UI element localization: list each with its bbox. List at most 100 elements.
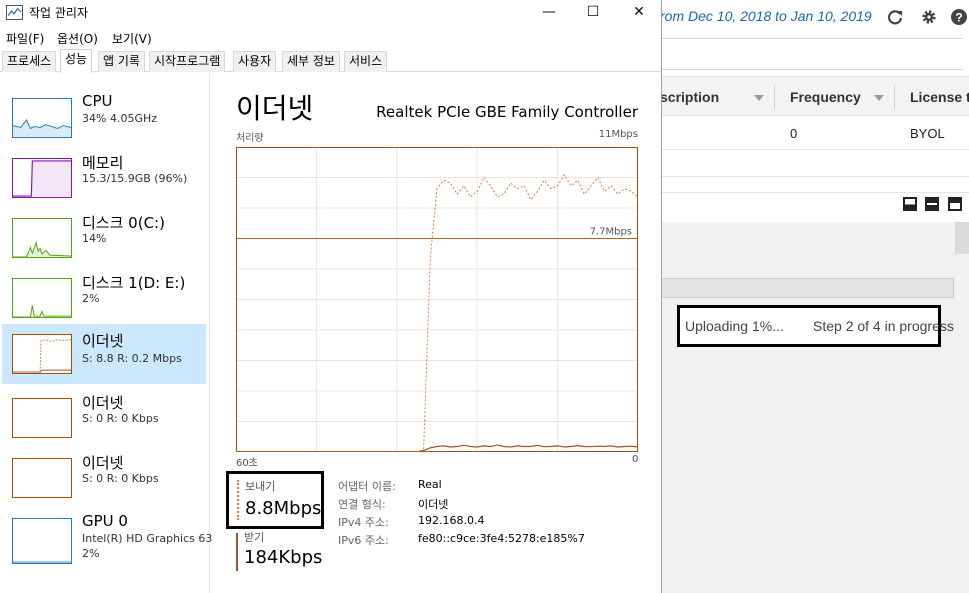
bg-search-input[interactable] [660, 38, 963, 70]
layout-top-pane-icon[interactable] [948, 197, 962, 211]
maximize-button[interactable]: ☐ [570, 0, 616, 27]
receive-legend-line [236, 533, 238, 571]
tab-performance[interactable]: 성능 [60, 49, 93, 73]
sort-caret-icon[interactable] [754, 95, 764, 101]
gear-icon[interactable] [920, 8, 938, 26]
resource-name: 메모리 [82, 154, 124, 172]
menu-file[interactable]: 파일(F) [6, 30, 44, 47]
background-web-app: rom Dec 10, 2018 to Jan 10, 2019 ? scrip… [660, 0, 969, 593]
resource-usage: 34% 4.05GHz [82, 112, 158, 125]
resource-name: 이더넷 [82, 394, 124, 412]
ipv6-value: fe80::c9ce:3fe4:5278:e185%7 [418, 532, 585, 545]
frequency-cell: 0 [790, 126, 798, 141]
resource-ethernet-1[interactable]: 이더넷 S: 8.8 R: 0.2 Mbps [2, 324, 206, 384]
adapter-name: Realtek PCIe GBE Family Controller [376, 103, 638, 121]
close-button[interactable]: ✕ [616, 0, 661, 27]
ipv6-key: IPv6 주소: [338, 534, 389, 547]
ipv4-value: 192.168.0.4 [418, 514, 485, 527]
resource-name: GPU 0 [82, 512, 128, 530]
ipv4-key: IPv4 주소: [338, 516, 389, 529]
graph-scale-label: 7.7Mbps [590, 227, 632, 238]
graph-label: 처리량 [236, 133, 264, 144]
graph-zero-label: 0 [632, 454, 639, 465]
resource-list: CPU 34% 4.05GHz 메모리 15.3/15.9GB (96%) 디스… [0, 73, 212, 593]
resource-name: 디스크 0(C:) [82, 214, 165, 232]
sort-caret-icon[interactable] [874, 95, 884, 101]
resource-name: 이더넷 [82, 332, 124, 350]
receive-value: 184Kbps [244, 547, 323, 568]
svg-text:?: ? [955, 11, 962, 25]
resource-usage: 15.3/15.9GB (96%) [82, 172, 188, 185]
throughput-graph: 7.7Mbps [236, 147, 638, 452]
memory-thumbnail-graph [12, 158, 72, 198]
connection-type-value: 이더넷 [418, 498, 449, 511]
send-label: 보내기 [245, 480, 276, 493]
column-divider [774, 85, 775, 109]
tab-services[interactable]: 서비스 [344, 51, 388, 72]
graph-time-label: 60초 [236, 458, 258, 469]
column-license[interactable]: License t [910, 89, 969, 105]
menu-bar: 파일(F) 옵션(O) 보기(V) [0, 27, 661, 48]
resource-usage: 2% [82, 292, 100, 305]
upload-step-text: Step 2 of 4 in progress [813, 318, 954, 334]
scrollbar-thumb[interactable] [955, 222, 969, 254]
resource-model: Intel(R) HD Graphics 63 [82, 532, 213, 545]
resource-gpu-0[interactable]: GPU 0 Intel(R) HD Graphics 63 2% [2, 510, 212, 570]
resource-disk-1[interactable]: 디스크 1(D: E:) 2% [2, 270, 206, 330]
send-stat-box: 보내기 8.8Mbps [226, 471, 324, 529]
detail-title: 이더넷 [236, 92, 314, 125]
column-frequency[interactable]: Frequency [790, 89, 861, 105]
minimize-button[interactable]: — [526, 0, 572, 27]
column-description[interactable]: scription [660, 89, 719, 105]
adapter-name-key: 어댑터 이름: [338, 480, 396, 493]
divider [660, 176, 969, 177]
bg-progress-bar [660, 278, 954, 298]
resource-ethernet-2[interactable]: 이더넷 S: 0 R: 0 Kbps [2, 390, 206, 450]
tab-processes[interactable]: 프로세스 [2, 51, 57, 72]
receive-label: 받기 [244, 531, 265, 544]
tab-users[interactable]: 사용자 [233, 51, 277, 72]
resource-name: CPU [82, 92, 113, 110]
date-range-link[interactable]: rom Dec 10, 2018 to Jan 10, 2019 [660, 8, 872, 24]
tab-startup[interactable]: 시작프로그램 [149, 51, 226, 72]
refresh-icon[interactable] [886, 8, 904, 26]
table-row[interactable]: 0 BYOL [660, 117, 969, 150]
tab-details[interactable]: 세부 정보 [282, 51, 340, 72]
resource-ethernet-3[interactable]: 이더넷 S: 0 R: 0 Kbps [2, 450, 206, 510]
resource-usage: 14% [82, 232, 107, 245]
help-icon[interactable]: ? [950, 8, 968, 26]
tab-bar: 프로세스 성능 앱 기록 시작프로그램 사용자 세부 정보 서비스 [0, 48, 661, 73]
column-divider [894, 85, 895, 109]
bg-table-header: scription Frequency License t [660, 76, 969, 116]
layout-bottom-pane-icon[interactable] [903, 197, 917, 211]
title-bar[interactable]: 작업 관리자 — ☐ ✕ [0, 0, 661, 27]
send-legend-line [237, 480, 239, 520]
ethernet-detail-panel: 이더넷 Realtek PCIe GBE Family Controller 처… [226, 73, 656, 593]
cpu-thumbnail-graph [12, 98, 72, 138]
layout-split-pane-icon[interactable] [925, 197, 939, 211]
resource-name: 디스크 1(D: E:) [82, 274, 186, 292]
resource-usage: 2% [82, 547, 100, 560]
resource-memory[interactable]: 메모리 15.3/15.9GB (96%) [2, 150, 206, 210]
ethernet-3-thumbnail-graph [12, 458, 72, 498]
resource-cpu[interactable]: CPU 34% 4.05GHz [2, 90, 206, 150]
menu-options[interactable]: 옵션(O) [57, 30, 98, 47]
resource-usage: S: 8.8 R: 0.2 Mbps [82, 352, 182, 365]
menu-view[interactable]: 보기(V) [112, 30, 152, 47]
window-title: 작업 관리자 [29, 6, 89, 20]
graph-max-label: 11Mbps [598, 129, 638, 140]
disk-1-thumbnail-graph [12, 278, 72, 318]
divider [660, 192, 969, 193]
send-value: 8.8Mbps [245, 498, 322, 519]
upload-status-text: Uploading 1%... [685, 318, 784, 334]
license-cell: BYOL [910, 126, 945, 141]
ethernet-2-thumbnail-graph [12, 398, 72, 438]
resource-usage: S: 0 R: 0 Kbps [82, 412, 159, 425]
task-manager-window: 작업 관리자 — ☐ ✕ 파일(F) 옵션(O) 보기(V) 프로세스 성능 앱… [0, 0, 662, 593]
disk-0-thumbnail-graph [12, 218, 72, 258]
resource-name: 이더넷 [82, 454, 124, 472]
adapter-name-value: Real [418, 478, 442, 491]
resource-usage: S: 0 R: 0 Kbps [82, 472, 159, 485]
tab-app-history[interactable]: 앱 기록 [98, 51, 145, 72]
resource-disk-0[interactable]: 디스크 0(C:) 14% [2, 210, 206, 270]
